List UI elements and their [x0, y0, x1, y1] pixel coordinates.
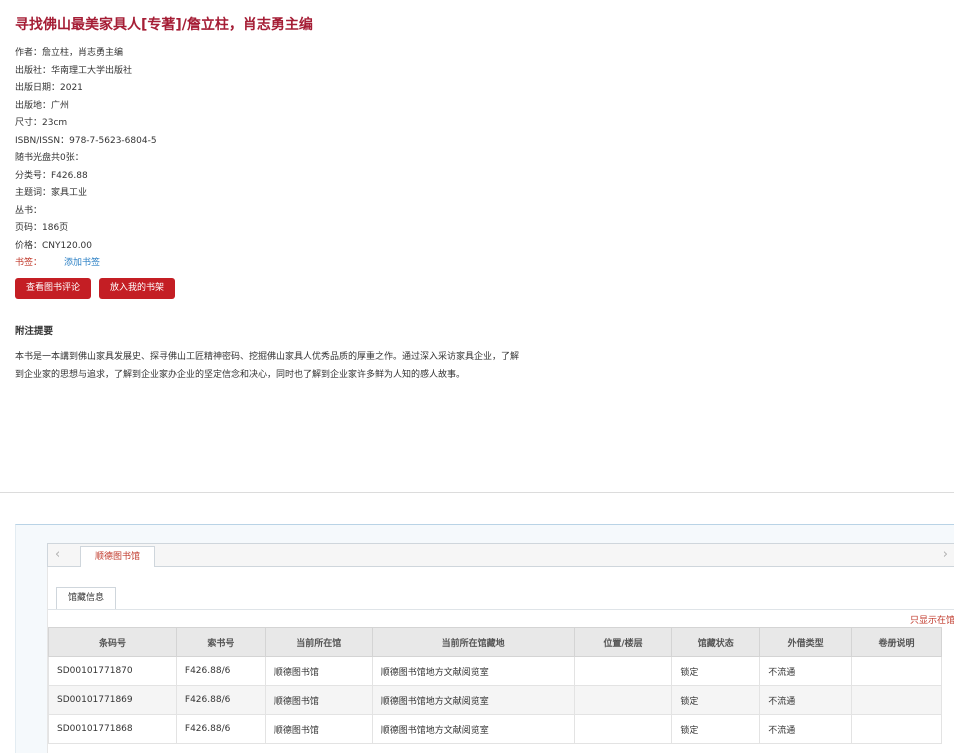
table-row: SD00101771868 F426.88/6 顺德图书馆 顺德图书馆地方文献阅…	[48, 714, 942, 744]
meta-size: 尺寸：23cm	[15, 118, 68, 128]
cell-loan-type: 不流通	[759, 656, 853, 686]
cell-barcode: SD00101771870	[48, 656, 177, 686]
subtab-divider	[48, 609, 954, 610]
book-title: 寻找佛山最美家具人[专著]/詹立柱，肖志勇主编	[15, 17, 313, 33]
col-call-number: 索书号	[175, 627, 266, 657]
cell-status: 锁定	[671, 656, 761, 686]
cell-call-number: F426.88/6	[175, 685, 266, 715]
bookmark-label: 书签：	[15, 258, 43, 268]
cell-location: 顺德图书馆地方文献阅览室	[371, 714, 575, 744]
holdings-table: 条码号 索书号 当前所在馆 当前所在馆藏地 位置/楼层 馆藏状态 外借类型 卷册…	[48, 627, 942, 744]
meta-class-number: 分类号：F426.88	[15, 170, 88, 181]
table-row: SD00101771870 F426.88/6 顺德图书馆 顺德图书馆地方文献阅…	[48, 656, 942, 686]
library-tab-bar: ‹ 顺德图书馆 ›	[47, 543, 954, 567]
tab-shunde-library[interactable]: 顺德图书馆	[80, 546, 156, 567]
col-volume-note: 卷册说明	[851, 627, 942, 657]
cell-barcode: SD00101771868	[48, 714, 177, 744]
cell-status: 锁定	[671, 685, 761, 715]
col-location: 当前所在馆藏地	[371, 627, 575, 657]
meta-publisher: 出版社：华南理工大学出版社	[15, 65, 133, 76]
cell-library: 顺德图书馆	[264, 656, 373, 686]
holdings-section: ‹ 顺德图书馆 › 馆藏信息 只显示在馆 条码号 索书号 当前所在馆 当前所在馆…	[15, 524, 954, 753]
table-header-row: 条码号 索书号 当前所在馆 当前所在馆藏地 位置/楼层 馆藏状态 外借类型 卷册…	[48, 627, 942, 657]
col-barcode: 条码号	[48, 627, 177, 657]
meta-price: 价格：CNY120.00	[15, 240, 93, 251]
chevron-left-icon[interactable]: ‹	[55, 547, 60, 563]
cell-location: 顺德图书馆地方文献阅览室	[371, 656, 575, 686]
bookmark-row: 书签： 添加书签	[15, 255, 157, 273]
notes-heading: 附注提要	[15, 326, 54, 337]
cell-loan-type: 不流通	[759, 714, 853, 744]
meta-series: 丛书：	[15, 205, 43, 216]
col-loan-type: 外借类型	[759, 627, 853, 657]
cell-volume-note	[851, 685, 942, 715]
add-to-shelf-button[interactable]: 放入我的书架	[99, 278, 176, 299]
meta-cd: 随书光盘共0张：	[15, 153, 84, 163]
section-divider	[0, 492, 954, 493]
cell-floor	[573, 714, 673, 744]
col-library: 当前所在馆	[264, 627, 373, 657]
cell-loan-type: 不流通	[759, 685, 853, 715]
view-reviews-button[interactable]: 查看图书评论	[15, 278, 92, 299]
cell-call-number: F426.88/6	[175, 656, 266, 686]
meta-pub-date: 出版日期：2021	[15, 83, 83, 93]
cell-location: 顺德图书馆地方文献阅览室	[371, 685, 575, 715]
meta-isbn: ISBN/ISSN：978-7-5623-6804-5	[15, 135, 157, 146]
cell-library: 顺德图书馆	[264, 714, 373, 744]
col-floor: 位置/楼层	[573, 627, 673, 657]
action-buttons: 查看图书评论 放入我的书架	[15, 278, 176, 299]
col-status: 馆藏状态	[671, 627, 761, 657]
cell-floor	[573, 685, 673, 715]
notes-body: 本书是一本講到佛山家具发展史、探寻佛山工匠精神密码、挖掘佛山家具人优秀品质的厚重…	[15, 352, 520, 380]
holdings-panel: 馆藏信息 只显示在馆 条码号 索书号 当前所在馆 当前所在馆藏地 位置/楼层 馆…	[47, 567, 954, 753]
meta-pub-place: 出版地：广州	[15, 100, 70, 111]
chevron-right-icon[interactable]: ›	[943, 547, 948, 563]
cell-floor	[573, 656, 673, 686]
meta-pages: 页码：186页	[15, 223, 69, 233]
meta-subject: 主题词：家具工业	[15, 188, 88, 198]
cell-volume-note	[851, 714, 942, 744]
tab-holding-info[interactable]: 馆藏信息	[56, 587, 117, 609]
book-metadata: 作者：詹立柱，肖志勇主编 出版社：华南理工大学出版社 出版日期：2021 出版地…	[15, 45, 157, 273]
cell-library: 顺德图书馆	[264, 685, 373, 715]
table-row: SD00101771869 F426.88/6 顺德图书馆 顺德图书馆地方文献阅…	[48, 685, 942, 715]
cell-volume-note	[851, 656, 942, 686]
cell-status: 锁定	[671, 714, 761, 744]
meta-author: 作者：詹立柱，肖志勇主编	[15, 48, 124, 58]
cell-barcode: SD00101771869	[48, 685, 177, 715]
add-bookmark-link[interactable]: 添加书签	[64, 258, 100, 268]
cell-call-number: F426.88/6	[175, 714, 266, 744]
only-in-library-link[interactable]: 只显示在馆	[910, 613, 954, 626]
